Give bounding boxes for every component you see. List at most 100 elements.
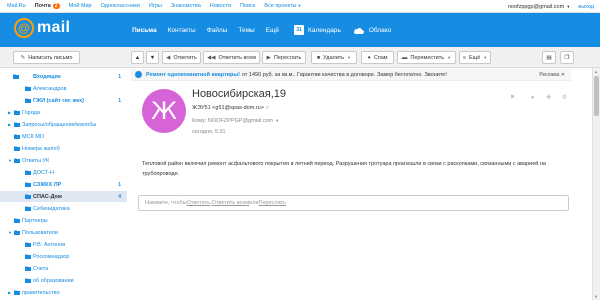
portal-link-mymir[interactable]: Мой Мир (69, 3, 92, 9)
folder-aleksandrov[interactable]: Александров (0, 83, 127, 94)
ad-banner[interactable]: Ремонт однокомнатной квартиры! от 1490 р… (131, 69, 571, 81)
folder-government[interactable]: ▶ правительство (0, 287, 127, 298)
folder-users[interactable]: ▼ Пользователи (0, 227, 127, 238)
folder-label: правительство (22, 289, 60, 296)
forward-button[interactable]: ▶ Переслать (262, 51, 306, 64)
folder-msk-mo[interactable]: МСК МО (0, 131, 127, 142)
folder-icon (25, 98, 31, 103)
folder-label: Себинидатика (33, 205, 70, 212)
scroll-up-icon[interactable]: ▲ (594, 69, 598, 74)
folder-icon (14, 134, 20, 139)
collapse-arrow-icon[interactable]: ▼ (8, 158, 12, 163)
nav-more[interactable]: Ещё (266, 27, 279, 34)
quick-reply-box[interactable]: Нажмите, чтобы Ответить, Ответить всем и… (138, 195, 569, 211)
reply-all-link[interactable]: Ответить всем (212, 200, 250, 206)
folder-icon (14, 290, 20, 295)
portal-link-ok[interactable]: Одноклассники (101, 3, 140, 9)
all-projects-label: Все проекты (264, 3, 297, 9)
flag-icon[interactable]: ⚑ (509, 94, 516, 101)
folder-partners[interactable]: Партнеры (0, 215, 127, 226)
expand-arrow-icon[interactable]: ▶ (8, 110, 11, 115)
folder-count: 1 (118, 97, 121, 104)
settings-icon[interactable]: ⚙ (561, 94, 568, 101)
folder-antonov[interactable]: Р.В. Антонов (0, 239, 127, 250)
close-icon[interactable]: ✕ (561, 72, 565, 78)
reply-label: Ответить (173, 54, 197, 61)
nav-contacts[interactable]: Контакты (168, 27, 196, 34)
folder-requests[interactable]: ▶ Запросы/обращения/жалобы (0, 119, 127, 130)
window-button[interactable]: ❐ (560, 51, 574, 64)
prev-button[interactable]: ▲ (131, 51, 144, 64)
chevron-down-icon: ▼ (347, 55, 352, 60)
portal-link-mailru[interactable]: Mail.Ru (7, 3, 26, 9)
portal-link-news[interactable]: Новости (210, 3, 231, 9)
next-button[interactable]: ▼ (146, 51, 159, 64)
folder-label: Номера жалоб (22, 145, 60, 152)
ad-title[interactable]: Ремонт однокомнатной квартиры! (146, 72, 240, 78)
folder-cities[interactable]: ▶ Города (0, 107, 127, 118)
spam-icon: ● (367, 54, 371, 61)
nav-files[interactable]: Файлы (207, 27, 228, 34)
plus-icon[interactable]: ✚ (545, 94, 552, 101)
unread-badge: 2 (52, 3, 60, 9)
reply-all-label: Ответить всем (218, 54, 256, 61)
folder-icon (13, 74, 19, 79)
portal-link-search[interactable]: Поиск (240, 3, 255, 9)
compose-button[interactable]: ✎ Написать письмо (13, 51, 80, 64)
move-label: Переместить (410, 54, 445, 61)
message-date: сегодня, 5:31 (192, 129, 226, 135)
reply-all-button[interactable]: ◀◀ Ответить всем (203, 51, 260, 64)
more-button[interactable]: ≡ Ещё ▼ (459, 51, 491, 64)
scroll-down-icon[interactable]: ▼ (594, 294, 598, 299)
folder-sebinidatika[interactable]: Себинидатика (0, 203, 127, 214)
at-logo-icon: @ (14, 18, 34, 38)
folder-roskomnadzor[interactable]: Роскомнадзор (0, 251, 127, 262)
folder-label: СЗЖКХ ЛР (33, 181, 62, 188)
folder-education[interactable]: об образовании (0, 275, 127, 286)
collapse-arrow-icon[interactable]: ▼ (8, 230, 12, 235)
folder-gzhi[interactable]: ГЖИ (сайт гис жкх) 1 (0, 95, 127, 106)
folder-dost-n[interactable]: ДОСТ-Н (0, 167, 127, 178)
forward-link[interactable]: Переслать (259, 200, 286, 206)
reply-link[interactable]: Ответить (187, 200, 211, 206)
folder-icon (14, 110, 20, 115)
folder-spas-dom[interactable]: СПАС-Дом 4 (0, 191, 127, 202)
nav-calendar[interactable]: 31 Календарь (294, 25, 341, 35)
portal-bar: Mail.Ru Почта 2 Мой Мир Одноклассники Игр… (0, 0, 600, 13)
nav-letters[interactable]: Письма (132, 27, 157, 34)
search-icon[interactable]: ⌕ (266, 105, 269, 111)
portal-link-all-projects[interactable]: Все проекты▼ (264, 3, 301, 9)
message-recipient[interactable]: Кому: NOOFZPPGP@gmail.com ▼ (192, 118, 279, 124)
folder-inbox[interactable]: Входящие 1 (0, 71, 127, 82)
nav-themes[interactable]: Темы (238, 27, 254, 34)
portal-link-dating[interactable]: Знакомства (171, 3, 201, 9)
folder-szhkh-lr[interactable]: СЗЖКХ ЛР 1 (0, 179, 127, 190)
scrollbar[interactable]: ▲ ▼ (592, 68, 600, 300)
folder-uk-answers[interactable]: ▼ Ответы УК (0, 155, 127, 166)
user-email[interactable]: noofzppgp@gmail.com ▼ (508, 4, 570, 10)
compose-label: Написать письмо (28, 54, 73, 61)
message-subject: Новосибирская,19 (192, 88, 287, 100)
cloud-icon (353, 27, 364, 34)
nav-cloud[interactable]: Облако (353, 26, 391, 35)
folder-complaint-numbers[interactable]: Номера жалоб (0, 143, 127, 154)
expand-arrow-icon[interactable]: ▶ (8, 122, 11, 127)
scroll-thumb[interactable] (594, 76, 599, 116)
message-sender[interactable]: ЖЭУ51 <g51@spas-dom.ru> ⌕ (192, 105, 269, 112)
star-icon[interactable]: ● (529, 94, 536, 101)
folder-label: СПАС-Дом (33, 193, 62, 200)
portal-link-mail[interactable]: Почта 2 (35, 3, 60, 9)
mail-logo[interactable]: @ mail (14, 18, 70, 38)
reply-button[interactable]: ◀ Ответить (162, 51, 201, 64)
move-button[interactable]: ▬ Переместить ▼ (397, 51, 456, 64)
delete-button[interactable]: ■ Удалить ▼ (311, 51, 357, 64)
folder-invoices[interactable]: Счета (0, 263, 127, 274)
folder-icon: ▬ (401, 54, 408, 61)
spam-button[interactable]: ● Спам (361, 51, 394, 64)
logout-link[interactable]: выход (578, 4, 594, 10)
folder-icon (25, 254, 31, 259)
print-button[interactable]: ▤ (542, 51, 556, 64)
delete-label: Удалить (323, 54, 345, 61)
portal-link-games[interactable]: Игры (149, 3, 162, 9)
expand-arrow-icon[interactable]: ▶ (8, 290, 11, 295)
